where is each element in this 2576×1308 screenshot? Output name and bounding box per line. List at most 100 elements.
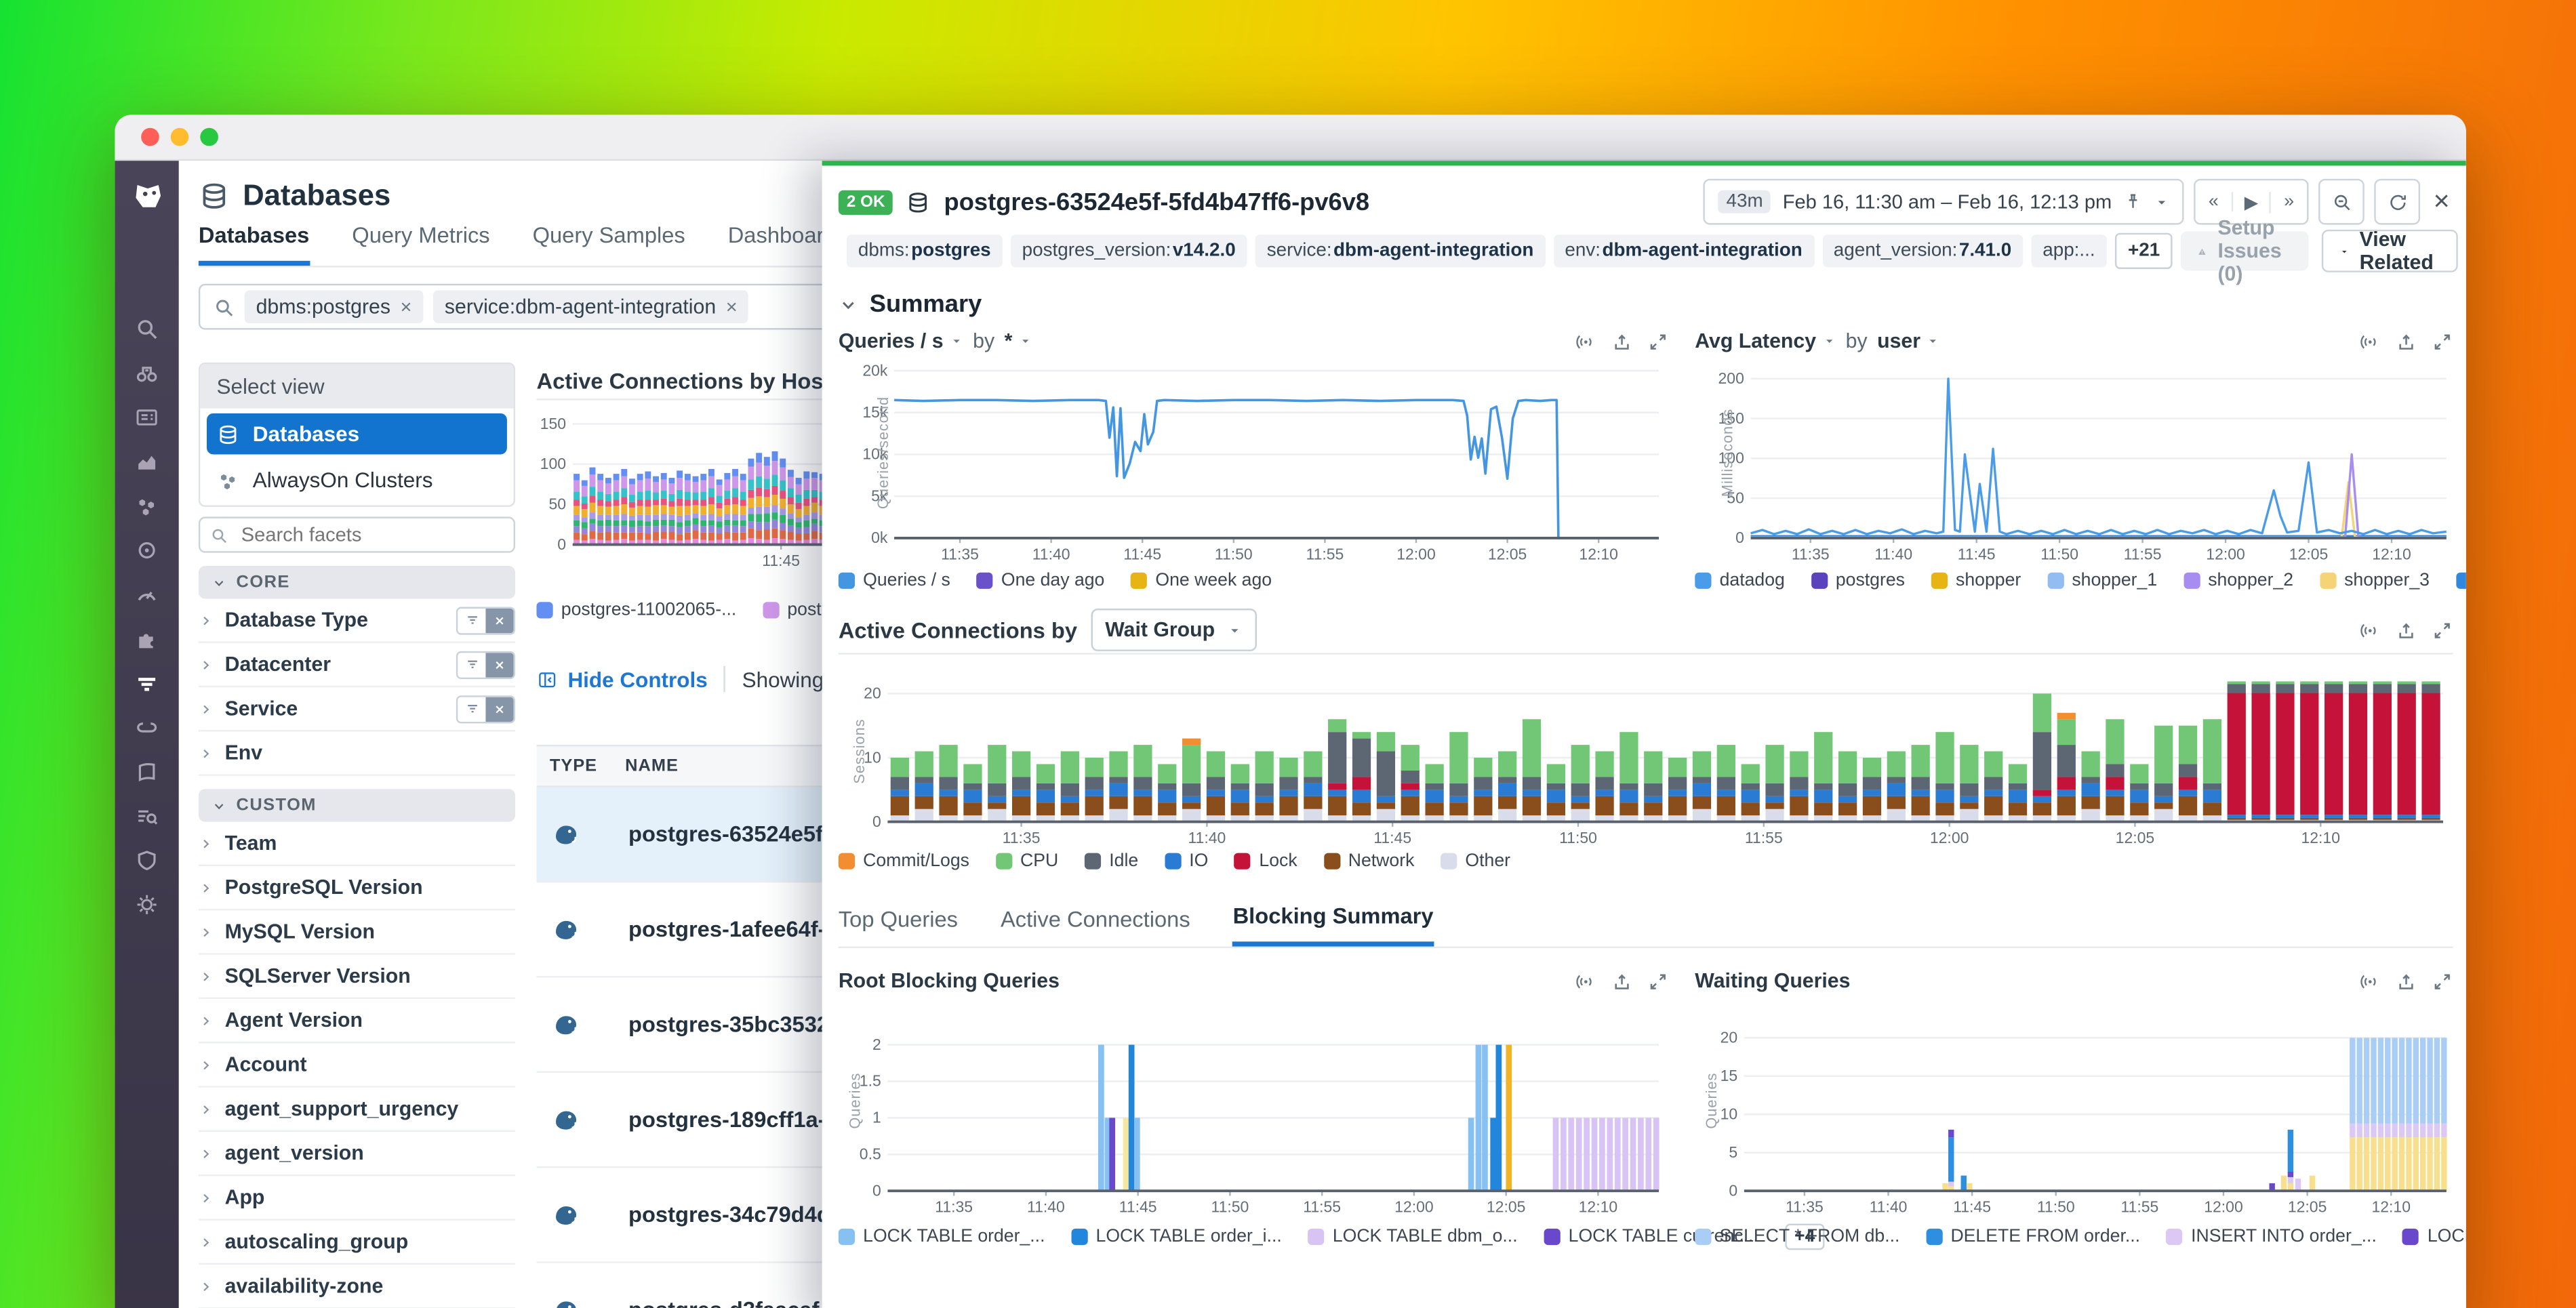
- sidebar-item-performance[interactable]: [134, 582, 159, 607]
- remove-filter-icon[interactable]: ×: [726, 295, 738, 319]
- setup-issues-button[interactable]: Setup Issues (0): [2181, 231, 2310, 270]
- legend-item[interactable]: IO: [1165, 851, 1208, 871]
- legend-item[interactable]: LOCK TABLE order_...: [839, 1227, 1045, 1246]
- zoom-window-button[interactable]: [200, 128, 218, 146]
- root-blocking-chart[interactable]: 00.511.5211:3511:4011:4511:5011:5512:001…: [839, 1020, 1669, 1220]
- close-panel-button[interactable]: ×: [2430, 186, 2453, 218]
- sidebar-item-apm[interactable]: [134, 538, 159, 563]
- exclude-icon[interactable]: [485, 652, 513, 676]
- latency-group-select[interactable]: user: [1877, 330, 1940, 353]
- time-back-button[interactable]: «: [2196, 192, 2234, 211]
- monitor-signal-icon[interactable]: [1575, 970, 1596, 992]
- legend-item[interactable]: One week ago: [1131, 571, 1272, 590]
- legend-item[interactable]: Lock: [1234, 851, 1297, 871]
- legend-item[interactable]: shopper_4: [2456, 571, 2466, 590]
- waiting-queries-chart[interactable]: 0510152011:3511:4011:4511:5011:5512:0012…: [1695, 1020, 2453, 1220]
- chevron-down-icon[interactable]: [2154, 195, 2169, 209]
- search-filter-chip[interactable]: dbms:postgres×: [245, 290, 424, 323]
- export-icon[interactable]: [1611, 970, 1632, 992]
- legend-item[interactable]: Queries / s: [839, 571, 950, 590]
- queries-group-select[interactable]: *: [1005, 330, 1032, 353]
- facet-agent-version[interactable]: Agent Version: [199, 999, 515, 1043]
- facet-section-custom[interactable]: CUSTOM: [199, 789, 515, 821]
- exclude-icon[interactable]: [485, 696, 513, 720]
- legend-item[interactable]: shopper_2: [2183, 571, 2293, 590]
- facet-agent-support-urgency[interactable]: agent_support_urgency: [199, 1088, 515, 1132]
- refresh-button[interactable]: [2374, 179, 2420, 225]
- legend-item[interactable]: datadog: [1695, 571, 1785, 590]
- tag-chip[interactable]: service:dbm-agent-integration: [1255, 234, 1546, 267]
- legend-item[interactable]: shopper_3: [2320, 571, 2430, 590]
- legend-item[interactable]: LOCK TABLE order_i...: [1071, 1227, 1282, 1246]
- monitor-signal-icon[interactable]: [2360, 970, 2381, 992]
- search-filter-chip[interactable]: service:dbm-agent-integration×: [433, 290, 749, 323]
- tag-chip[interactable]: dbms:postgres: [847, 234, 1003, 267]
- legend-item[interactable]: INSERT INTO order_...: [2167, 1227, 2377, 1246]
- tag-chip[interactable]: postgres_version:v14.2.0: [1011, 234, 1247, 267]
- legend-item[interactable]: LOCK TABLE currenc...: [2403, 1227, 2466, 1246]
- filter-icon[interactable]: [458, 696, 485, 720]
- view-item-databases[interactable]: Databases: [207, 413, 507, 455]
- wait-group-select[interactable]: Wait Group: [1090, 609, 1257, 651]
- remove-filter-icon[interactable]: ×: [401, 295, 412, 319]
- facet-autoscaling-group[interactable]: autoscaling_group: [199, 1221, 515, 1265]
- legend-item[interactable]: CPU: [996, 851, 1059, 871]
- hide-controls-button[interactable]: Hide Controls: [536, 667, 707, 691]
- zoom-out-button[interactable]: [2318, 179, 2364, 225]
- host-connections-chart[interactable]: 05010015011:45: [536, 410, 864, 574]
- facet-service[interactable]: Service: [199, 687, 515, 731]
- facet-team[interactable]: Team: [199, 822, 515, 866]
- tag-chip[interactable]: app:...: [2031, 234, 2106, 267]
- tag-chip[interactable]: agent_version:7.41.0: [1822, 234, 2023, 267]
- tag-chip[interactable]: env:dbm-agent-integration: [1553, 234, 1813, 267]
- monitor-signal-icon[interactable]: [1575, 331, 1596, 352]
- facet-search-box[interactable]: [199, 516, 515, 552]
- column-type[interactable]: TYPE: [536, 756, 625, 776]
- monitor-signal-icon[interactable]: [2360, 619, 2381, 640]
- sidebar-item-integrations[interactable]: [134, 627, 159, 651]
- facet-filter-control[interactable]: [456, 695, 515, 722]
- legend-item[interactable]: Network: [1323, 851, 1414, 871]
- panel-tab-top-queries[interactable]: Top Queries: [839, 904, 958, 947]
- legend-item[interactable]: SELECT * FROM db...: [1695, 1227, 1899, 1246]
- column-name[interactable]: NAME: [625, 756, 679, 776]
- sidebar-item-database-monitoring[interactable]: [134, 671, 159, 695]
- fullscreen-icon[interactable]: [2432, 970, 2453, 992]
- legend-item[interactable]: Idle: [1085, 851, 1138, 871]
- sidebar-item-notebooks[interactable]: [134, 760, 159, 784]
- monitor-signal-icon[interactable]: [2360, 331, 2381, 352]
- sidebar-item-watchdog[interactable]: [134, 361, 159, 385]
- facet-section-core[interactable]: CORE: [199, 566, 515, 598]
- close-window-button[interactable]: [141, 128, 159, 146]
- sidebar-item-dashboards[interactable]: [134, 405, 159, 430]
- view-related-button[interactable]: View Related: [2322, 230, 2457, 272]
- facet-datacenter[interactable]: Datacenter: [199, 643, 515, 687]
- pin-icon[interactable]: [2123, 192, 2143, 211]
- avg-latency-chart[interactable]: 05010015020011:3511:4011:4511:5011:5512:…: [1695, 358, 2453, 568]
- time-forward-button[interactable]: »: [2271, 192, 2307, 211]
- facet-database-type[interactable]: Database Type: [199, 598, 515, 642]
- facet-availability-zone[interactable]: availability-zone: [199, 1265, 515, 1308]
- legend-item[interactable]: One day ago: [977, 571, 1105, 590]
- export-icon[interactable]: [1611, 331, 1632, 352]
- legend-item[interactable]: shopper: [1931, 571, 2021, 590]
- legend-item[interactable]: LOCK TABLE dbm_o...: [1308, 1227, 1518, 1246]
- facet-app[interactable]: App: [199, 1176, 515, 1220]
- facet-filter-control[interactable]: [456, 606, 515, 634]
- export-icon[interactable]: [2396, 331, 2417, 352]
- time-range-picker[interactable]: 43m Feb 16, 11:30 am – Feb 16, 12:13 pm: [1704, 179, 2184, 225]
- legend-item[interactable]: DELETE FROM order...: [1926, 1227, 2140, 1246]
- minimize-window-button[interactable]: [171, 128, 189, 146]
- legend-item[interactable]: Commit/Logs: [839, 851, 969, 871]
- facet-account[interactable]: Account: [199, 1043, 515, 1087]
- tab-query-metrics[interactable]: Query Metrics: [352, 223, 489, 261]
- facet-search-input[interactable]: [238, 522, 458, 548]
- sidebar-item-infrastructure[interactable]: [134, 494, 159, 518]
- sidebar-item-security[interactable]: [134, 848, 159, 872]
- legend-item[interactable]: postgres-11002065-...: [536, 600, 736, 620]
- facet-postgresql-version[interactable]: PostgreSQL Version: [199, 866, 515, 910]
- exclude-icon[interactable]: [485, 608, 513, 632]
- tab-databases[interactable]: Databases: [199, 223, 309, 266]
- view-item-alwayson-clusters[interactable]: AlwaysOn Clusters: [207, 459, 507, 501]
- sidebar-item-logs[interactable]: [134, 804, 159, 828]
